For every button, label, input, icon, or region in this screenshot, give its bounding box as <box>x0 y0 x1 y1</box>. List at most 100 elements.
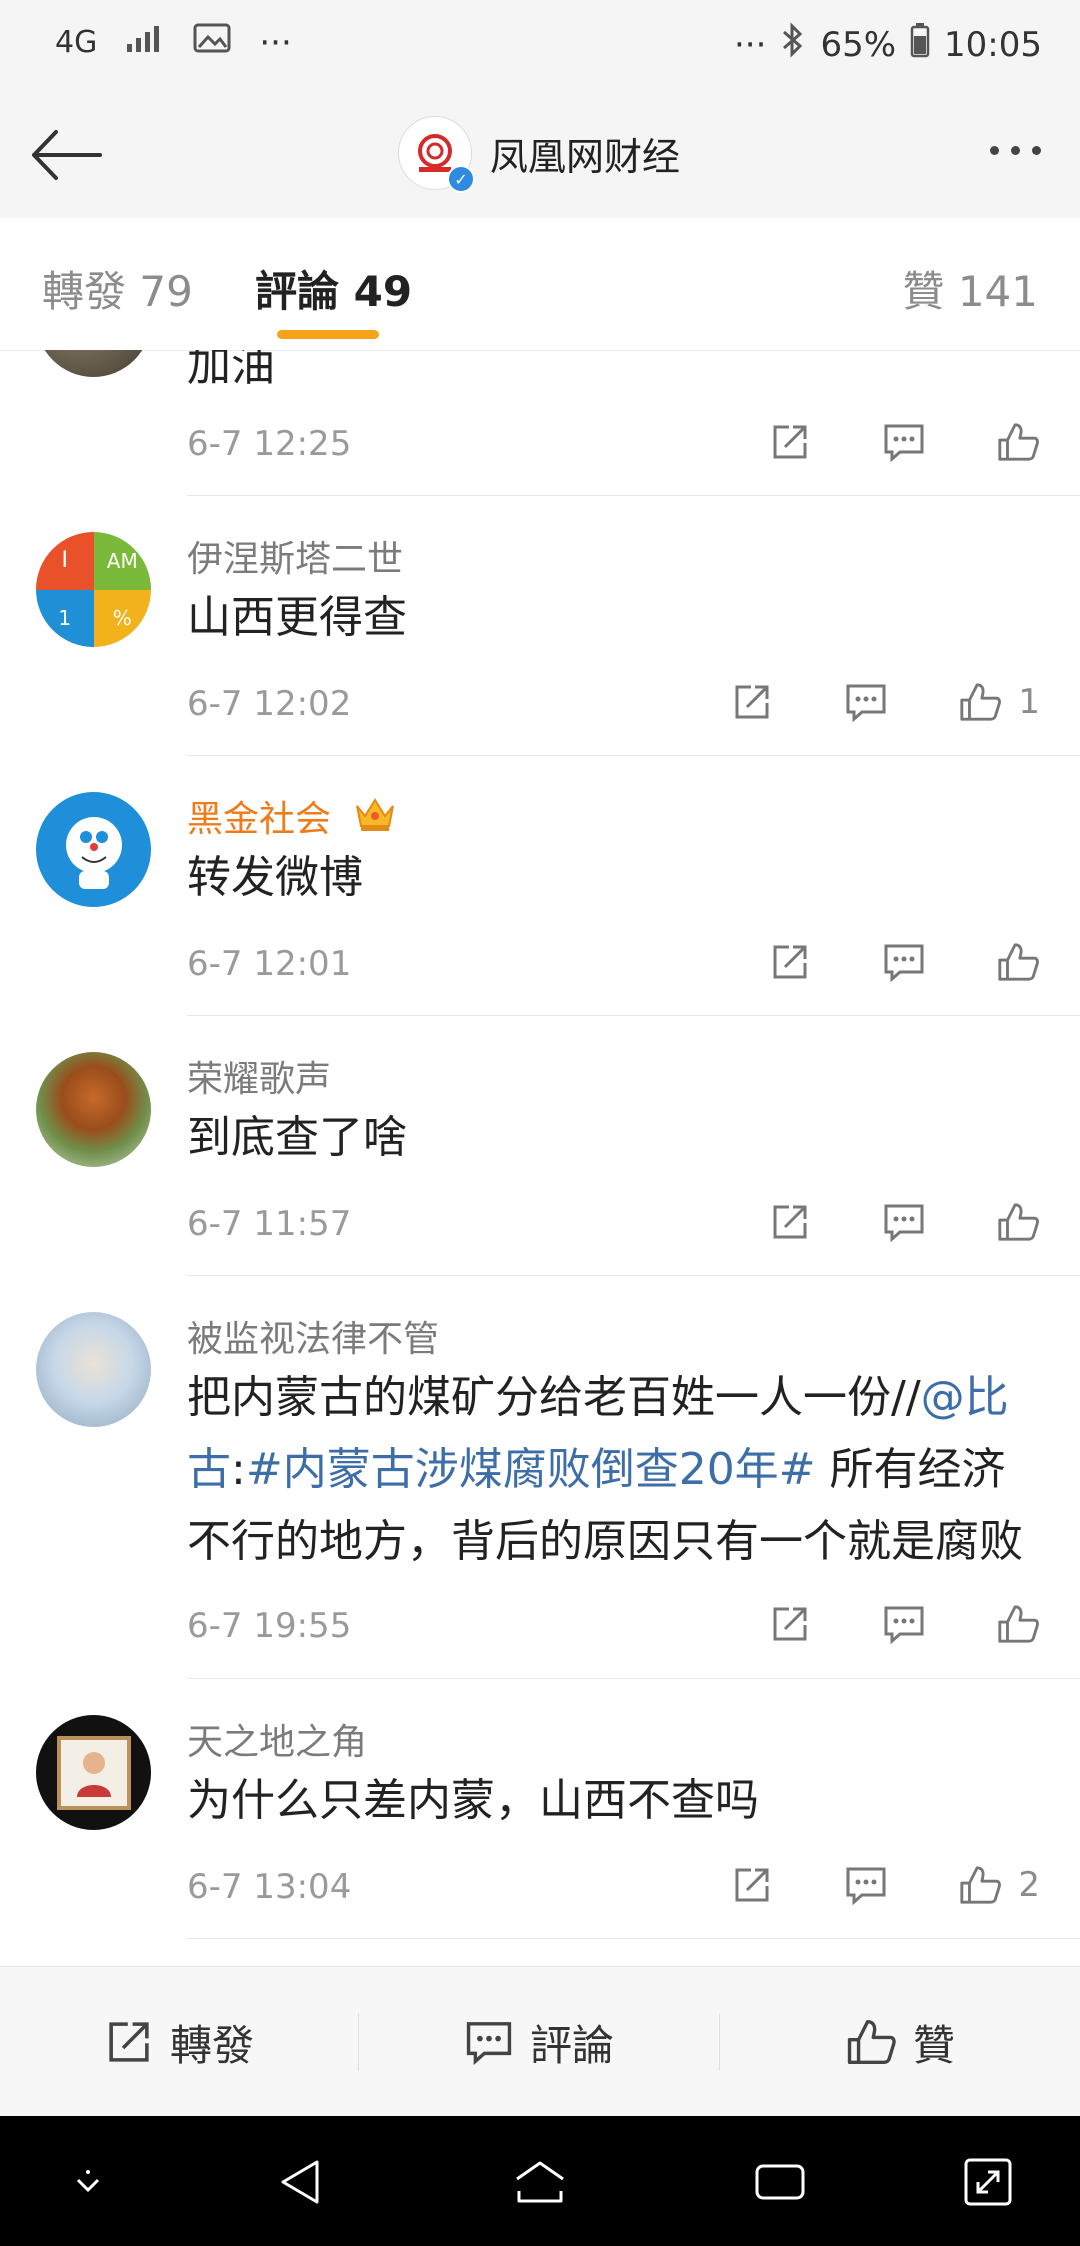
comment-icon <box>466 2022 512 2065</box>
comment-actions <box>698 1602 1040 1646</box>
like-icon <box>847 2019 896 2065</box>
back-button[interactable] <box>26 120 106 190</box>
comment-text: 加油 <box>187 350 275 391</box>
like-label: 贊 <box>912 2020 955 2070</box>
comment-text: 到底查了啥 <box>187 1112 407 1163</box>
status-more-right: ··· <box>734 24 767 65</box>
comment-item: I AM 1 % 伊涅斯塔二世 山西更得查 6-7 12:02 1 <box>0 496 1080 756</box>
comment-item: 被监视法律不管 把内蒙古的煤矿分给老百姓一人一份//@比古:#内蒙古涉煤腐败倒查… <box>0 1276 1080 1679</box>
avatar-tile: AM <box>93 532 151 590</box>
bottom-action-bar: 轉發 評論 贊 <box>0 1966 1080 2117</box>
header-bar: ✓ 凤凰网财经 <box>0 90 1080 219</box>
bluetooth-icon <box>780 22 806 67</box>
comment-text-part: : <box>231 1444 246 1495</box>
like-button[interactable]: 贊 <box>720 1967 1080 2117</box>
tab-likes[interactable]: 贊 141 <box>902 258 1038 319</box>
comment-item: 荣耀歌声 到底查了啥 6-7 11:57 <box>0 1016 1080 1276</box>
like-icon[interactable] <box>996 1200 1040 1244</box>
comment-text: 把内蒙古的煤矿分给老百姓一人一份//@比古:#内蒙古涉煤腐败倒查20年# 所有经… <box>187 1362 1047 1578</box>
comment-actions <box>698 1200 1040 1244</box>
repost-icon[interactable] <box>768 940 812 984</box>
avatar[interactable] <box>36 350 151 377</box>
rotate-screen-button[interactable] <box>958 2152 1018 2212</box>
account-header[interactable]: ✓ 凤凰网财经 <box>398 116 681 193</box>
comment-username[interactable]: 伊涅斯塔二世 <box>187 530 403 582</box>
recents-nav-button[interactable] <box>750 2152 810 2212</box>
avatar-portrait <box>56 1735 131 1810</box>
home-nav-button[interactable] <box>510 2152 570 2212</box>
like-icon[interactable] <box>996 940 1040 984</box>
comment-username[interactable]: 黑金社会 <box>187 790 331 842</box>
comment-time: 6-7 12:02 <box>187 684 352 724</box>
comment-icon[interactable] <box>882 1602 926 1646</box>
comment-icon[interactable] <box>882 420 926 464</box>
more-dots-icon <box>989 145 999 155</box>
account-name: 凤凰网财经 <box>490 134 681 179</box>
back-triangle-icon <box>281 2160 319 2204</box>
repost-label: 轉發 <box>169 2020 254 2070</box>
avatar-tile: 1 <box>36 589 94 647</box>
network-indicator: 4G <box>55 25 98 60</box>
status-more-left: ··· <box>259 22 292 63</box>
verified-badge-icon: ✓ <box>447 165 475 193</box>
like-count: 2 <box>1018 1865 1040 1905</box>
divider <box>187 1938 1080 1939</box>
rotate-icon <box>964 2158 1012 2206</box>
repost-icon[interactable] <box>768 420 812 464</box>
avatar[interactable] <box>36 1052 151 1167</box>
battery-icon <box>910 22 930 67</box>
like-icon[interactable] <box>958 680 1002 724</box>
comment-actions <box>698 940 1040 984</box>
comment-text: 转发微博 <box>187 852 363 903</box>
comment-item: 加油 6-7 12:25 <box>0 350 1080 496</box>
arrow-left-icon <box>32 130 102 180</box>
back-nav-button[interactable] <box>270 2152 330 2212</box>
comment-username[interactable]: 荣耀歌声 <box>187 1050 331 1102</box>
comment-actions: 1 <box>660 680 1040 724</box>
repost-icon[interactable] <box>768 1200 812 1244</box>
person-icon <box>76 1751 111 1797</box>
repost-button[interactable]: 轉發 <box>0 1967 358 2117</box>
clock: 10:05 <box>944 24 1042 65</box>
comment-icon[interactable] <box>844 680 888 724</box>
comment-button[interactable]: 評論 <box>359 1967 719 2117</box>
like-icon[interactable] <box>996 1602 1040 1646</box>
chevron-down-icon <box>76 2170 100 2193</box>
more-options-button[interactable] <box>980 130 1050 170</box>
like-icon[interactable] <box>996 420 1040 464</box>
hide-keyboard-button[interactable] <box>58 2152 118 2212</box>
comment-icon[interactable] <box>844 1863 888 1907</box>
tab-repost[interactable]: 轉發 79 <box>42 258 193 319</box>
avatar[interactable] <box>36 1312 151 1427</box>
comment-actions <box>698 420 1040 464</box>
home-icon <box>516 2161 564 2203</box>
comment-time: 6-7 11:57 <box>187 1204 352 1244</box>
avatar[interactable] <box>36 1715 151 1830</box>
avatar[interactable] <box>36 792 151 907</box>
avatar-tile: % <box>93 589 151 647</box>
avatar[interactable]: I AM 1 % <box>36 532 151 647</box>
like-icon[interactable] <box>958 1863 1002 1907</box>
comment-time: 6-7 12:25 <box>187 424 352 464</box>
recents-icon <box>755 2164 805 2200</box>
comment-time: 6-7 12:01 <box>187 944 352 984</box>
avatar-tile: I <box>36 532 94 590</box>
comment-text: 山西更得查 <box>187 592 407 643</box>
comment-list[interactable]: 加油 6-7 12:25 I AM 1 % 伊涅斯塔二世 山西更得查 6-7 1… <box>0 350 1080 1965</box>
repost-icon[interactable] <box>768 1602 812 1646</box>
comment-username[interactable]: 天之地之角 <box>187 1713 367 1765</box>
account-avatar[interactable]: ✓ <box>398 116 475 193</box>
repost-icon[interactable] <box>730 1863 774 1907</box>
comment-icon[interactable] <box>882 940 926 984</box>
comment-icon[interactable] <box>882 1200 926 1244</box>
comment-username[interactable]: 被监视法律不管 <box>187 1310 439 1362</box>
signal-icon <box>125 23 165 63</box>
hashtag-link[interactable]: #内蒙古涉煤腐败倒查20年# <box>246 1444 816 1495</box>
repost-icon <box>109 2022 149 2062</box>
status-bar: 4G ··· ··· 65% 10:05 <box>0 0 1080 90</box>
battery-percent: 65% <box>820 24 897 65</box>
system-navigation-bar <box>0 2116 1080 2246</box>
tab-comments[interactable]: 評論 49 <box>255 258 412 319</box>
comment-label: 評論 <box>529 2020 614 2070</box>
repost-icon[interactable] <box>730 680 774 724</box>
